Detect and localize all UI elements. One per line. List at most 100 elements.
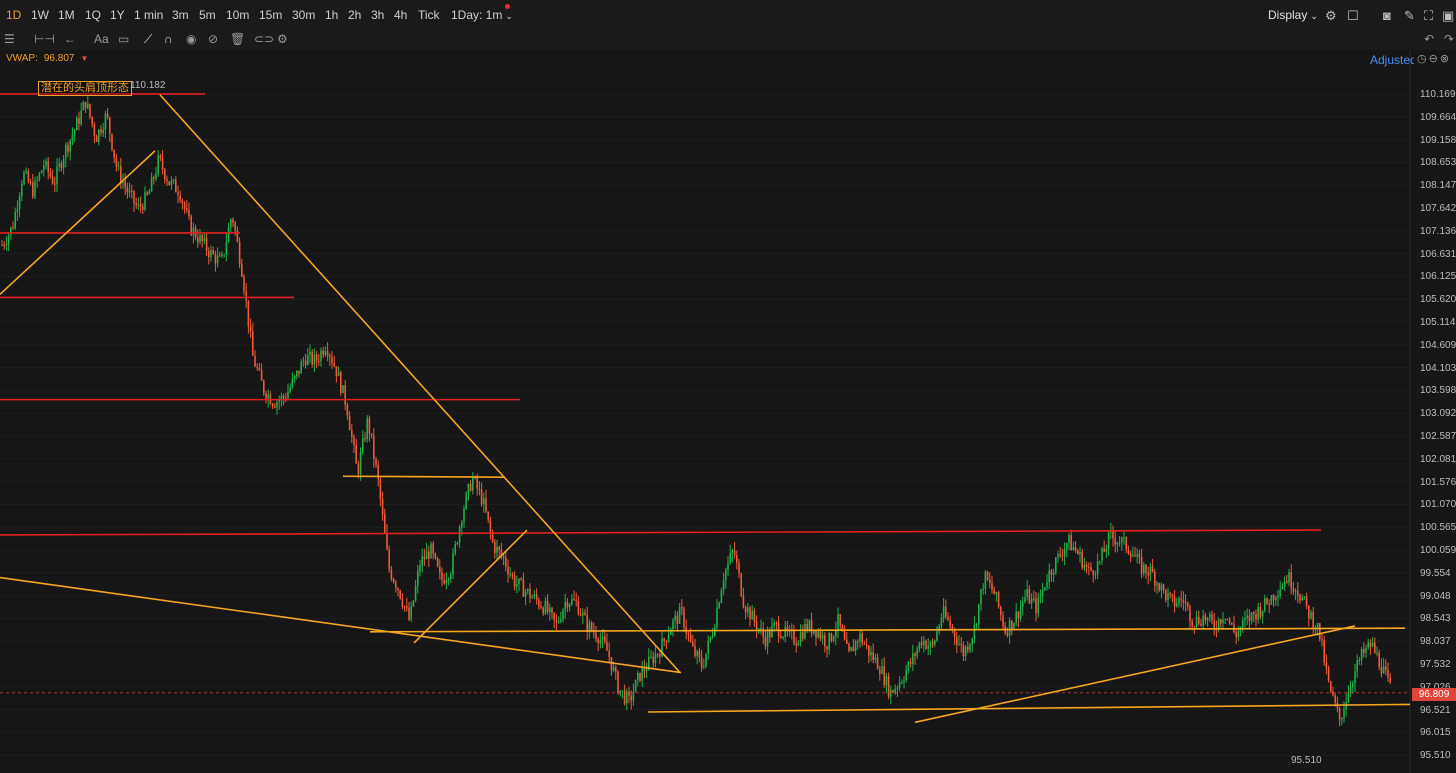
candle-body	[183, 203, 186, 209]
candle-body	[1332, 691, 1334, 696]
settings-icon[interactable]: ⚙	[1325, 8, 1337, 24]
link-icon[interactable]: ⊂⊃	[254, 32, 274, 46]
candle-body	[498, 546, 500, 550]
text-style-icon[interactable]: Aa	[94, 32, 109, 46]
candle-body	[1178, 598, 1180, 604]
tab-1m[interactable]: 1M	[58, 8, 75, 22]
tab-10m[interactable]: 10m	[226, 8, 249, 22]
undo-icon[interactable]: ↶	[1424, 32, 1434, 46]
adjusted-label[interactable]: Adjusted	[1370, 53, 1414, 67]
display-menu[interactable]: Display ⌄	[1268, 8, 1318, 22]
candle-body	[912, 653, 914, 664]
candle-body	[98, 129, 100, 142]
candle-body	[859, 633, 861, 642]
candle-body	[135, 203, 137, 206]
candle-body	[1169, 593, 1171, 595]
candle-body	[989, 579, 991, 583]
tab-1h[interactable]: 1h	[325, 8, 338, 22]
candle-body	[1303, 596, 1306, 598]
candle-body	[34, 180, 36, 197]
window-icon[interactable]: ▣	[1442, 8, 1454, 24]
tab-tick[interactable]: Tick	[418, 8, 440, 22]
candle-body	[159, 155, 162, 159]
magnet-icon[interactable]: ∩	[164, 32, 173, 46]
candle-body	[1033, 598, 1035, 600]
close-icon[interactable]: ⊗	[1440, 53, 1451, 65]
candle-body	[945, 606, 947, 617]
candle-body	[293, 375, 296, 379]
price-chart[interactable]	[0, 50, 1456, 773]
candle-body	[1167, 593, 1169, 600]
tab-1d[interactable]: 1D	[6, 8, 21, 22]
candle-body	[32, 182, 34, 197]
clock-icon[interactable]: ◷	[1417, 53, 1429, 65]
tab-5m[interactable]: 5m	[199, 8, 216, 22]
tab-1q[interactable]: 1Q	[85, 8, 101, 22]
candle-body	[527, 588, 529, 592]
candle-body	[857, 640, 859, 642]
candle-body	[722, 580, 725, 591]
candle-body	[480, 489, 483, 505]
candle-body	[43, 165, 45, 171]
comment-icon[interactable]: ▭	[118, 32, 129, 46]
candle-body	[12, 227, 14, 229]
camera-icon[interactable]: ◙	[1383, 8, 1391, 23]
undo-arrow-icon[interactable]: ←	[64, 32, 76, 46]
candle-body	[117, 165, 120, 167]
candle-body	[1354, 671, 1356, 684]
candle-body	[346, 404, 349, 416]
candle-body	[1189, 606, 1191, 622]
tab-3h[interactable]: 3h	[371, 8, 384, 22]
minimize-icon[interactable]: ⊖	[1429, 53, 1440, 65]
interval-select[interactable]: 1Day: 1m ⌄	[451, 8, 513, 22]
candle-body	[1070, 535, 1072, 551]
candle-body	[507, 566, 509, 575]
candle-body	[249, 326, 252, 332]
candle-body	[1116, 542, 1119, 545]
candle-body	[1343, 708, 1345, 718]
trash-icon[interactable]: 🗑	[230, 32, 245, 46]
tab-3m[interactable]: 3m	[172, 8, 189, 22]
candle-body	[850, 647, 852, 652]
candle-body	[696, 651, 698, 656]
candle-body	[1002, 615, 1004, 627]
pattern-annotation[interactable]: 潜在的头肩顶形态	[38, 81, 132, 96]
candle-body	[975, 624, 978, 626]
candle-body	[69, 140, 71, 152]
fullscreen-icon[interactable]: ⛶	[1424, 8, 1433, 24]
gear-icon[interactable]: ⚙	[277, 32, 288, 46]
tab-4h[interactable]: 4h	[394, 8, 407, 22]
candle-body	[639, 672, 641, 681]
indicators-icon[interactable]: ☰	[4, 32, 15, 46]
layout-icon[interactable]: ☐	[1347, 8, 1359, 24]
tab-2h[interactable]: 2h	[348, 8, 361, 22]
candle-body	[375, 458, 377, 465]
candle-body	[564, 601, 566, 611]
axis-tick-label: 107.136	[1420, 225, 1456, 237]
tab-1w[interactable]: 1W	[31, 8, 49, 22]
trend-line	[647, 703, 1411, 713]
candle-body	[7, 235, 10, 245]
redo-icon[interactable]: ↷	[1444, 32, 1454, 46]
candle-body	[995, 592, 998, 595]
axis-tick-label: 104.103	[1420, 362, 1456, 374]
candle-body	[414, 585, 417, 601]
eye-icon[interactable]: ◉	[186, 32, 196, 46]
tab-30m[interactable]: 30m	[292, 8, 315, 22]
line-tool-icon[interactable]: ⟋	[144, 32, 152, 47]
hide-icon[interactable]: ⊘	[208, 32, 218, 46]
candle-body	[872, 651, 874, 660]
axis-tick-label: 101.070	[1420, 499, 1456, 511]
candle-body	[469, 484, 472, 491]
vwap-indicator[interactable]: VWAP: 96.807 ▼	[6, 53, 88, 64]
candle-body	[304, 360, 307, 365]
candle-body	[1220, 619, 1222, 624]
pen-icon[interactable]: ✎	[1404, 8, 1415, 24]
bar-type-icon[interactable]: ⊢⊣	[34, 32, 55, 46]
candle-body	[1213, 620, 1215, 630]
tab-15m[interactable]: 15m	[259, 8, 282, 22]
candle-body	[230, 219, 232, 228]
candle-body	[751, 610, 753, 620]
tab-1min[interactable]: 1 min	[134, 8, 163, 22]
tab-1y[interactable]: 1Y	[110, 8, 125, 22]
